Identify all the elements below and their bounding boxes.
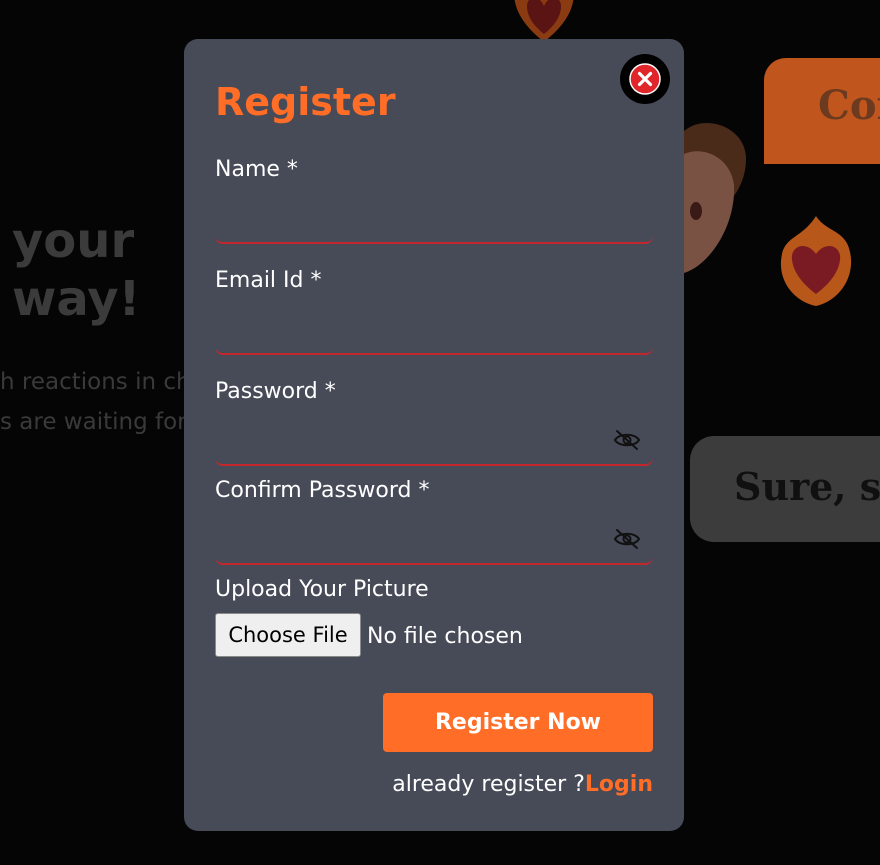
confirm-password-label: Confirm Password * [215,478,430,503]
background-chat-bubble-grey: Sure, se [690,436,880,542]
eye-off-icon[interactable] [612,527,642,551]
register-modal: Register Name * Email Id * Password * Co… [184,39,684,831]
upload-label: Upload Your Picture [215,577,429,602]
background-heading-line2: way! [12,271,141,327]
name-input[interactable] [215,198,653,244]
background-chat-bubble-grey-text: Sure, se [734,464,880,509]
modal-title: Register [215,80,396,124]
file-status-text: No file chosen [367,624,523,649]
password-label: Password * [215,379,336,404]
eye-off-icon[interactable] [612,428,642,452]
heart-on-fire-emoji-icon [514,0,574,42]
background-chat-bubble-orange-text: Cof [818,82,880,129]
background-subtext-line2: s are waiting for [0,409,187,435]
email-input[interactable] [215,309,653,355]
background-subtext-line1: h reactions in ch [0,369,191,395]
name-label: Name * [215,157,298,182]
confirm-password-input[interactable] [215,519,653,565]
password-input[interactable] [215,420,653,466]
background-subtext: h reactions in ch s are waiting for [0,362,191,442]
login-prompt: already register ?Login [392,770,653,800]
email-label: Email Id * [215,268,322,293]
background-chat-bubble-orange: Cof [764,58,880,164]
background-heading-line1: your [12,213,135,269]
choose-file-button[interactable]: Choose File [215,613,361,657]
close-button[interactable] [620,54,670,104]
close-icon [629,63,661,95]
register-now-button[interactable]: Register Now [383,693,653,752]
login-link[interactable]: Login [585,772,653,797]
background-heading: your way! [12,212,140,328]
login-prompt-text: already register ? [392,772,585,797]
heart-on-fire-emoji-icon [780,216,852,306]
